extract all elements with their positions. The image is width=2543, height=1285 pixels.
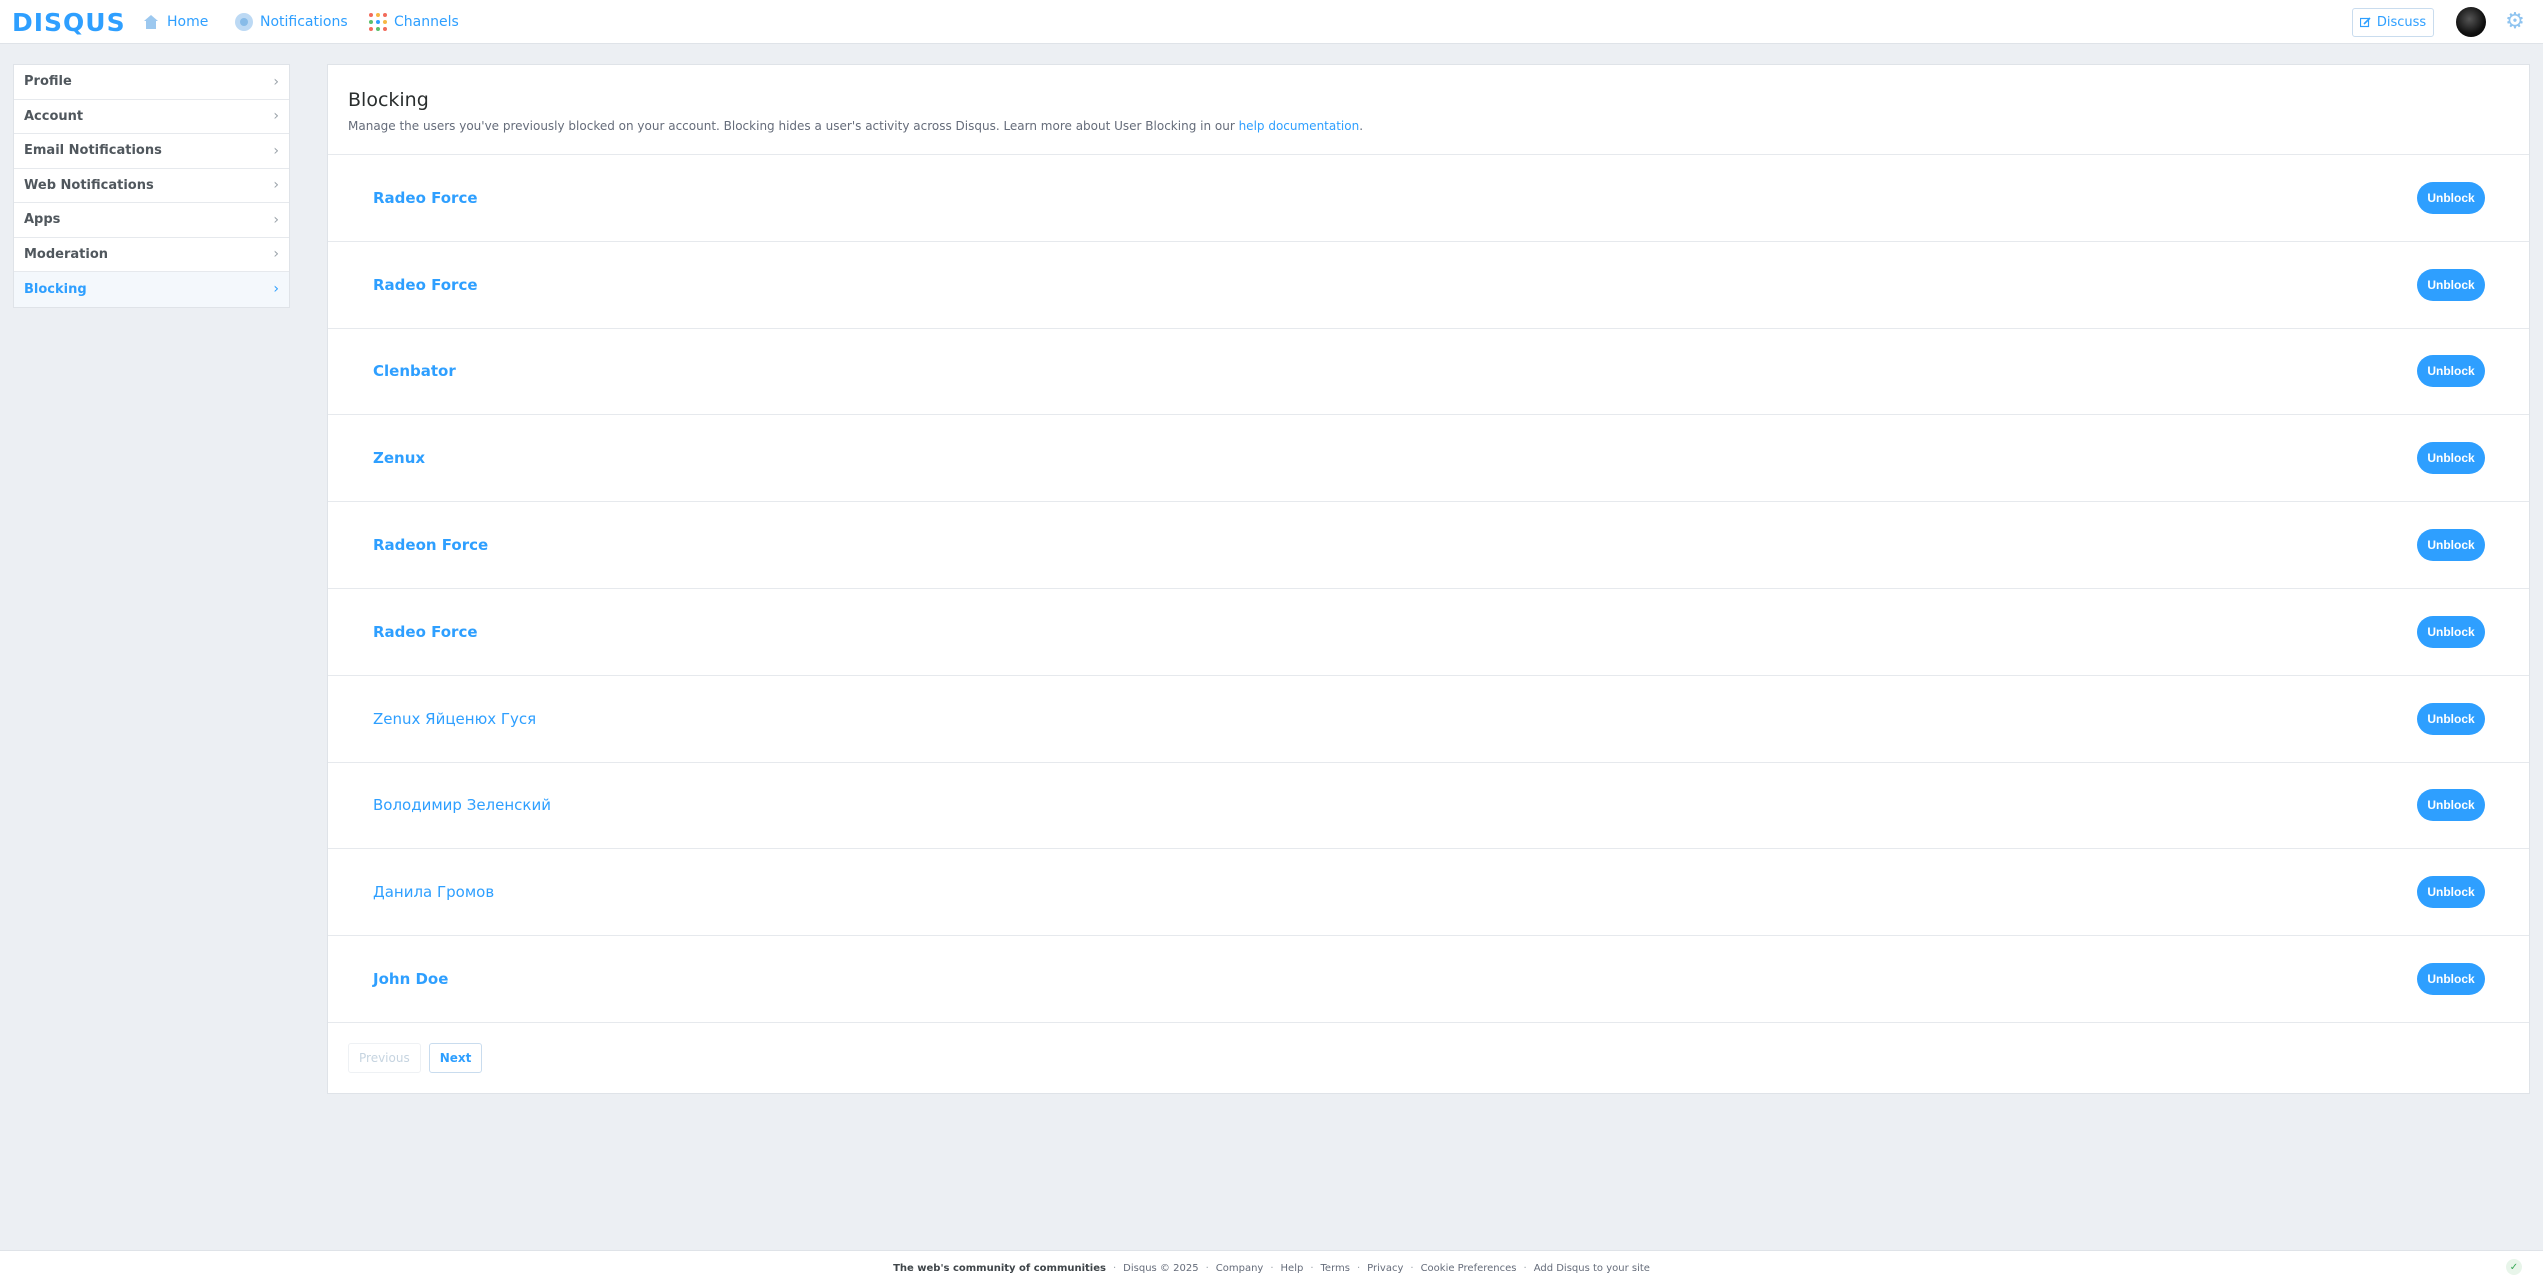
list-item: Данила Громов Unblock	[328, 849, 2529, 937]
sidebar-item-email-notifications[interactable]: Email Notifications ›	[14, 134, 289, 169]
settings-sidebar: Profile › Account › Email Notifications …	[13, 64, 290, 308]
chevron-right-icon: ›	[273, 246, 279, 263]
top-navigation-bar: DISQUS Home Notifications Channels Discu…	[0, 0, 2543, 44]
footer-separator: ·	[1270, 1262, 1274, 1274]
list-item: Radeo Force Unblock	[328, 242, 2529, 329]
blocked-users-list: Radeo Force Unblock Radeo Force Unblock …	[328, 155, 2529, 1023]
footer-link-add-disqus[interactable]: Add Disqus to your site	[1534, 1263, 1650, 1274]
footer-link-help[interactable]: Help	[1281, 1263, 1304, 1274]
previous-page-button: Previous	[348, 1042, 421, 1073]
footer-separator: ·	[1356, 1262, 1361, 1274]
blocked-user-name[interactable]: Radeon Force	[373, 536, 488, 554]
list-item: Radeo Force Unblock	[328, 155, 2529, 242]
chevron-right-icon: ›	[273, 108, 279, 125]
description-text: Manage the users you've previously block…	[348, 119, 1239, 133]
page-title: Blocking	[348, 89, 429, 111]
chevron-right-icon: ›	[273, 211, 279, 228]
sidebar-item-label: Moderation	[24, 246, 109, 262]
list-item: Zenux Яйценюх Гуся Unblock	[328, 676, 2529, 763]
next-page-button[interactable]: Next	[428, 1042, 483, 1073]
gear-icon[interactable]: ⚙	[2504, 11, 2526, 33]
footer-separator: ·	[1310, 1262, 1314, 1274]
blocked-user-name[interactable]: Radeo Force	[373, 189, 478, 207]
chevron-right-icon: ›	[273, 73, 279, 90]
sidebar-item-label: Profile	[24, 74, 72, 90]
sidebar-item-label: Blocking	[24, 281, 87, 297]
nav-channels-label: Channels	[394, 14, 459, 30]
footer-link-privacy[interactable]: Privacy	[1367, 1263, 1403, 1274]
unblock-button[interactable]: Unblock	[2417, 702, 2485, 735]
unblock-button[interactable]: Unblock	[2417, 615, 2485, 648]
footer-tagline: The web's community of communities	[893, 1262, 1106, 1274]
sidebar-item-account[interactable]: Account ›	[14, 100, 289, 134]
disqus-logo[interactable]: DISQUS	[12, 8, 126, 37]
shield-check-icon[interactable]: ✓	[2506, 1259, 2522, 1275]
nav-notifications-label: Notifications	[260, 14, 348, 30]
sidebar-item-apps[interactable]: Apps ›	[14, 203, 289, 238]
home-icon	[144, 15, 158, 29]
notifications-icon	[235, 13, 253, 31]
blocked-user-name[interactable]: Radeo Force	[373, 276, 478, 294]
user-avatar[interactable]	[2456, 7, 2486, 37]
list-item: Clenbator Unblock	[328, 329, 2529, 416]
footer-separator: ·	[1410, 1262, 1414, 1274]
help-documentation-link[interactable]: help documentation	[1239, 119, 1360, 133]
list-item: Zenux Unblock	[328, 415, 2529, 503]
blocked-user-name[interactable]: Radeo Force	[373, 623, 478, 641]
footer-link-cookie-preferences[interactable]: Cookie Preferences	[1421, 1263, 1517, 1274]
sidebar-item-label: Email Notifications	[24, 143, 162, 159]
sidebar-item-blocking[interactable]: Blocking ›	[14, 272, 289, 307]
chevron-right-icon: ›	[273, 177, 279, 194]
sidebar-item-web-notifications[interactable]: Web Notifications ›	[14, 169, 289, 203]
footer-separator: ·	[1205, 1262, 1209, 1274]
blocked-user-name[interactable]: Данила Громов	[373, 883, 494, 901]
sidebar-item-label: Web Notifications	[24, 177, 154, 193]
unblock-button[interactable]: Unblock	[2417, 529, 2485, 562]
list-item: John Doe Unblock	[328, 936, 2529, 1023]
panel-header: Blocking Manage the users you've previou…	[328, 65, 2529, 155]
blocked-user-name[interactable]: Володимир Зеленский	[373, 796, 551, 814]
footer-separator: ·	[1112, 1262, 1117, 1274]
nav-channels[interactable]: Channels	[369, 10, 459, 34]
unblock-button[interactable]: Unblock	[2417, 442, 2485, 475]
blocked-user-name[interactable]: Zenux	[373, 449, 425, 467]
page-description: Manage the users you've previously block…	[348, 119, 2509, 133]
sidebar-item-label: Apps	[24, 212, 61, 228]
footer-link-company[interactable]: Company	[1216, 1263, 1264, 1274]
unblock-button[interactable]: Unblock	[2417, 876, 2485, 909]
sidebar-item-profile[interactable]: Profile ›	[14, 65, 289, 100]
list-item: Radeon Force Unblock	[328, 502, 2529, 589]
edit-icon	[2359, 17, 2371, 28]
discuss-button-label: Discuss	[2376, 15, 2427, 30]
blocked-user-name[interactable]: John Doe	[373, 970, 448, 988]
unblock-button[interactable]: Unblock	[2417, 789, 2485, 822]
sidebar-item-moderation[interactable]: Moderation ›	[14, 238, 289, 272]
nav-notifications[interactable]: Notifications	[235, 10, 348, 34]
footer-copyright: Disqus © 2025	[1123, 1262, 1199, 1274]
unblock-button[interactable]: Unblock	[2417, 181, 2485, 214]
pagination: Previous Next	[328, 1023, 2529, 1093]
blocked-user-name[interactable]: Clenbator	[373, 362, 456, 380]
blocked-user-name[interactable]: Zenux Яйценюх Гуся	[373, 710, 536, 728]
unblock-button[interactable]: Unblock	[2417, 963, 2485, 996]
nav-home-label: Home	[167, 14, 209, 30]
channels-grid-icon	[369, 13, 387, 31]
list-item: Radeo Force Unblock	[328, 589, 2529, 676]
blocking-panel: Blocking Manage the users you've previou…	[327, 64, 2530, 1094]
unblock-button[interactable]: Unblock	[2417, 355, 2485, 388]
discuss-button[interactable]: Discuss	[2352, 8, 2434, 37]
unblock-button[interactable]: Unblock	[2417, 268, 2485, 301]
footer-link-terms[interactable]: Terms	[1321, 1263, 1350, 1274]
footer-separator: ·	[1523, 1262, 1527, 1274]
chevron-right-icon: ›	[273, 142, 279, 159]
list-item: Володимир Зеленский Unblock	[328, 763, 2529, 850]
nav-home[interactable]: Home	[142, 10, 208, 34]
sidebar-item-label: Account	[24, 108, 84, 124]
chevron-right-icon: ›	[273, 281, 279, 298]
description-end: .	[1359, 119, 1364, 133]
footer: The web's community of communities · Dis…	[0, 1250, 2543, 1285]
